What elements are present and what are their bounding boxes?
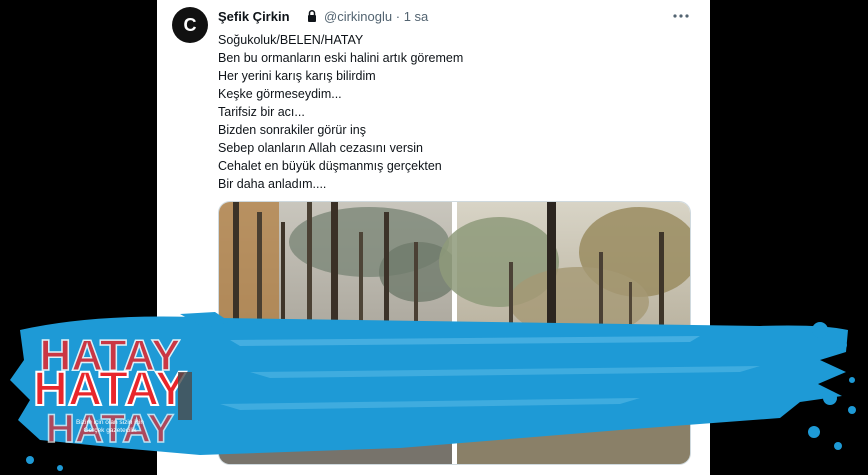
- tweet-text: Soğukoluk/BELEN/HATAY Ben bu ormanların …: [218, 31, 688, 193]
- tweet-line: Her yerini karış karış bilirdim: [218, 69, 376, 83]
- photo-left[interactable]: [219, 202, 459, 464]
- more-horizontal-icon[interactable]: [671, 8, 691, 24]
- tweet-line: Keşke görmeseydim...: [218, 87, 342, 101]
- tweet-line: Tarifsiz bir acı...: [218, 105, 305, 119]
- burned-forest-photos: [219, 202, 690, 464]
- author-handle[interactable]: @cirkinoglu: [324, 9, 392, 24]
- tweet-card[interactable]: C Şefik Çirkin @cirkinoglu · 1 sa Soğuko…: [157, 0, 710, 475]
- avatar[interactable]: C: [172, 7, 208, 43]
- tweet-time[interactable]: 1 sa: [404, 9, 429, 24]
- avatar-letter: C: [183, 14, 197, 35]
- hatay-logo-shadow-bottom: HATAY: [46, 407, 174, 451]
- tweet-media[interactable]: [218, 201, 691, 465]
- hatay-tagline-1: Bizim için olan sizin için: [76, 419, 144, 426]
- lock-icon: [308, 9, 316, 22]
- photo-right[interactable]: [439, 202, 690, 464]
- tweet-line: Cehalet en büyük düşmanmış gerçekten: [218, 159, 442, 173]
- author-name[interactable]: Şefik Çirkin: [218, 9, 290, 24]
- separator-dot: ·: [395, 9, 401, 24]
- tweet-line: Soğukoluk/BELEN/HATAY: [218, 33, 364, 47]
- hatay-tagline-2: Gerçek gazetecilik: [83, 427, 137, 434]
- tweet-line: Ben bu ormanların eski halini artık göre…: [218, 51, 464, 65]
- author-handle-row: @cirkinoglu · 1 sa: [324, 9, 428, 24]
- tweet-line: Bizden sonrakiler görür inş: [218, 123, 366, 137]
- tweet-line: Bir daha anladım....: [218, 177, 327, 191]
- tweet-line: Sebep olanların Allah cezasını versin: [218, 141, 423, 155]
